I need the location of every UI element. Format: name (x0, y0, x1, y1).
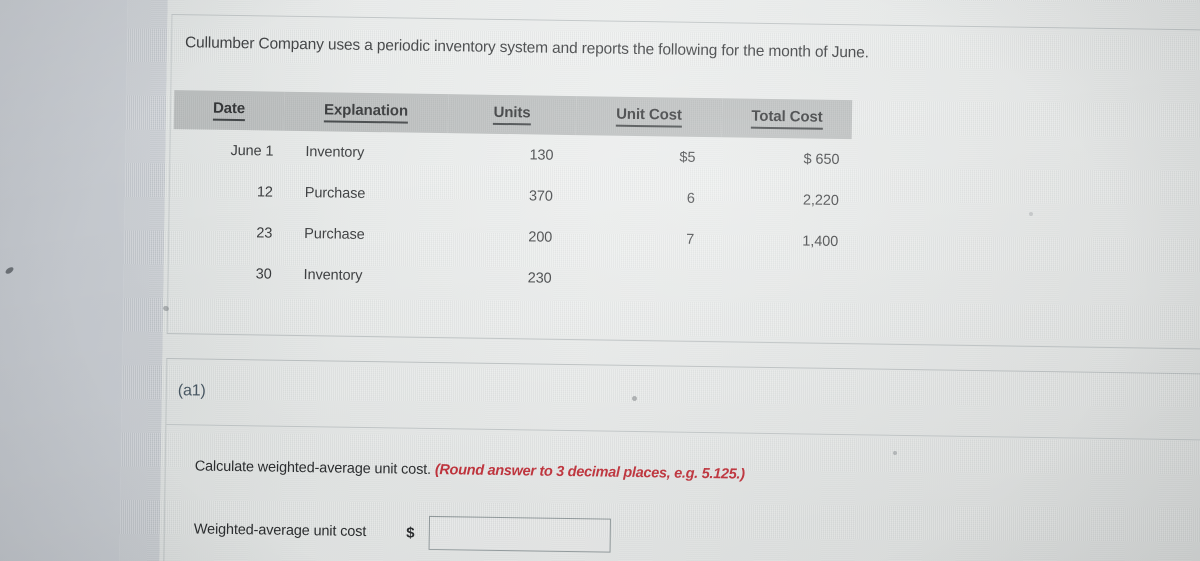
cell-date: 12 (256, 184, 273, 201)
cell-explanation: Inventory (305, 144, 365, 161)
column-header-units: Units (448, 94, 577, 135)
weighted-average-unit-cost-input[interactable] (428, 515, 611, 553)
cell-explanation: Inventory (303, 267, 363, 284)
cell-total-cost: 1,400 (802, 233, 839, 250)
cell-units: 200 (528, 229, 553, 246)
cell-total-cost: $ 650 (803, 151, 840, 168)
screen-photo: Cullumber Company uses a periodic invent… (0, 0, 1200, 561)
photo-speck (893, 451, 897, 455)
inventory-table: Date Explanation Units Unit Cost Total C… (171, 90, 853, 303)
column-header-explanation: Explanation (284, 92, 449, 133)
cell-units: 230 (527, 270, 552, 287)
cell-units: 370 (528, 188, 553, 205)
photo-speck (1029, 212, 1033, 216)
cell-explanation: Purchase (304, 185, 366, 202)
currency-symbol: $ (406, 524, 415, 542)
cell-unit-cost: 6 (686, 190, 695, 207)
column-header-date: Date (174, 90, 285, 131)
answer-field-label: Weighted-average unit cost (193, 521, 367, 540)
column-header-unit-cost: Unit Cost (576, 96, 723, 137)
cell-units: 130 (529, 147, 554, 164)
cell-date: 23 (256, 225, 273, 242)
inventory-table-body: June 1 Inventory 130 $5 $ 650 12 Purchas… (171, 129, 851, 303)
cell-date: 30 (255, 266, 272, 283)
cell-unit-cost: $5 (679, 149, 696, 166)
cell-date: June 1 (230, 142, 274, 160)
cell-unit-cost (573, 258, 720, 301)
cell-total-cost: 2,220 (802, 192, 839, 209)
screen-content-area: Cullumber Company uses a periodic invent… (117, 0, 1200, 561)
answer-row: Weighted-average unit cost $ (193, 512, 611, 553)
cell-explanation: Purchase (304, 226, 365, 243)
cell-unit-cost: 7 (686, 231, 695, 248)
part-a1-label: (a1) (177, 382, 206, 400)
cell-total-cost (719, 260, 850, 303)
column-header-total-cost: Total Cost (722, 98, 853, 139)
